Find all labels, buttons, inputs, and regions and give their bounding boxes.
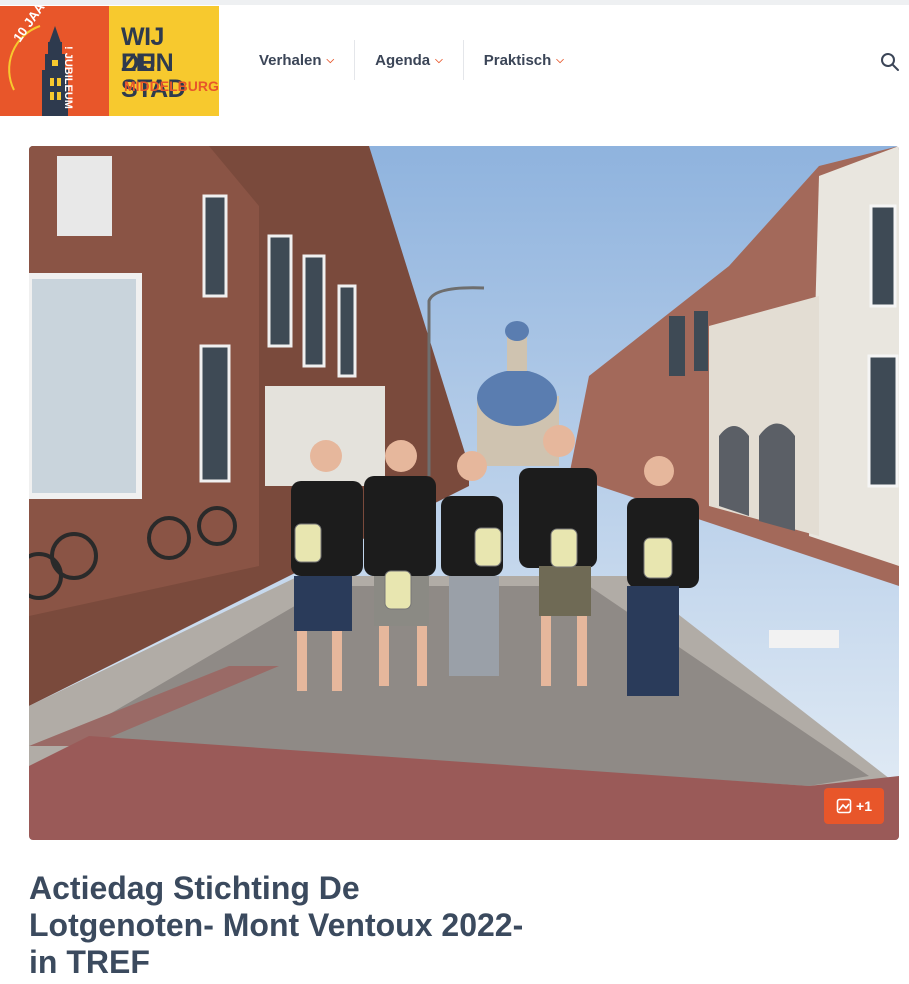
chevron-down-icon: ⌵ — [435, 54, 443, 66]
logo-wordmark: WIJ ZIJN DE STAD MIDDELBURG — [109, 6, 219, 116]
logo-anniversary-sub: ! JUBILEUM — [62, 46, 74, 109]
chevron-down-icon: ⌵ — [326, 54, 335, 66]
lighthouse-tower-icon — [8, 25, 68, 116]
nav-item-label: Verhalen — [259, 51, 322, 69]
nav-item-praktisch[interactable]: Praktisch ⌵ — [464, 40, 584, 80]
article-title[interactable]: Actiedag Stichting De Lotgenoten- Mont V… — [29, 870, 549, 981]
nav-item-label: Praktisch — [483, 51, 552, 69]
gallery-count-badge[interactable]: +1 — [824, 788, 884, 824]
images-icon — [836, 798, 852, 814]
featured-photo[interactable] — [29, 146, 899, 840]
street-photo — [29, 146, 899, 840]
main-nav: Verhalen ⌵ Agenda ⌵ Praktisch ⌵ — [239, 40, 584, 80]
logo-anniversary-mark: 10 JAAR ! JUBILEUM — [0, 6, 109, 116]
nav-item-agenda[interactable]: Agenda ⌵ — [355, 40, 463, 80]
gallery-count: +1 — [856, 798, 872, 814]
nav-item-verhalen[interactable]: Verhalen ⌵ — [239, 40, 354, 80]
nav-item-label: Agenda — [375, 51, 431, 69]
search-icon — [881, 53, 899, 71]
logo-line-2: DE STAD — [121, 49, 186, 103]
search-button[interactable] — [880, 52, 900, 72]
logo-line-3: MIDDELBURG — [124, 78, 219, 94]
site-logo[interactable]: 10 JAAR ! JUBILEUM WIJ ZIJN DE STAD MIDD… — [0, 6, 219, 116]
chevron-down-icon: ⌵ — [556, 54, 564, 66]
